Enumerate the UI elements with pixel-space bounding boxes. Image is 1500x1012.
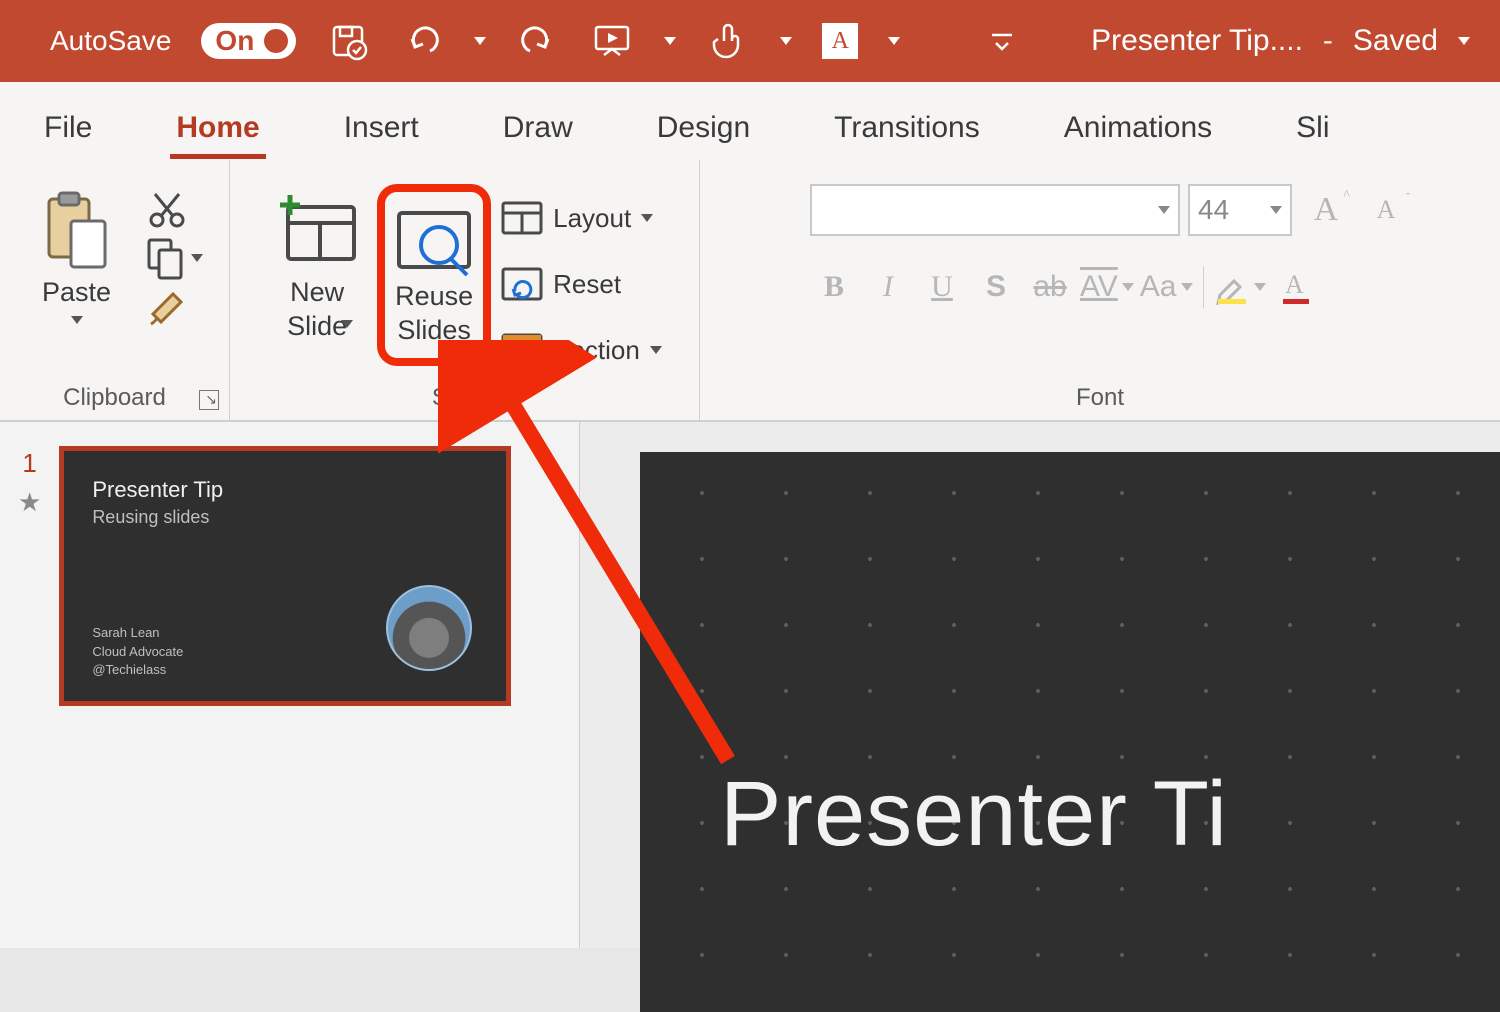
layout-button[interactable]: Layout — [501, 190, 662, 246]
qat-customize-icon[interactable] — [980, 19, 1024, 63]
thumb-avatar-icon — [386, 585, 472, 671]
tab-animations[interactable]: Animations — [1058, 97, 1218, 159]
ribbon-tabs: File Home Insert Draw Design Transitions… — [0, 82, 1500, 160]
underline-button[interactable]: U — [918, 270, 966, 304]
autosave-knob-icon — [264, 29, 288, 53]
reset-button[interactable]: Reset — [501, 256, 662, 312]
paste-icon — [41, 184, 113, 276]
workspace: 1 ★ Presenter Tip Reusing slides Sarah L… — [0, 422, 1500, 948]
section-icon — [501, 333, 543, 367]
tab-insert[interactable]: Insert — [338, 97, 425, 159]
copy-dropdown-icon[interactable] — [191, 254, 203, 262]
change-case-dropdown-icon[interactable] — [1181, 283, 1193, 291]
shadow-button[interactable]: S — [972, 270, 1020, 304]
highlight-dropdown-icon[interactable] — [1254, 283, 1266, 291]
font-group-label: Font — [1076, 378, 1124, 416]
document-title: Presenter Tip.... — [1091, 24, 1303, 58]
char-spacing-dropdown-icon[interactable] — [1122, 283, 1134, 291]
strikethrough-button[interactable]: ab — [1026, 270, 1074, 304]
font-family-dropdown-icon[interactable] — [1158, 206, 1170, 214]
undo-icon[interactable] — [400, 19, 444, 63]
char-spacing-button[interactable]: AV — [1080, 270, 1134, 304]
section-button[interactable]: Section — [501, 322, 662, 378]
svg-text:A: A — [1285, 270, 1304, 299]
thumb-meta: Sarah Lean Cloud Advocate @Techielass — [92, 624, 183, 679]
tab-file[interactable]: File — [38, 97, 98, 159]
slides-group-label: Slides — [432, 378, 497, 416]
main-slide-title: Presenter Ti — [720, 762, 1228, 867]
highlight-icon — [1214, 269, 1250, 305]
tab-design[interactable]: Design — [651, 97, 756, 159]
copy-icon[interactable] — [145, 236, 203, 280]
tab-slideshow[interactable]: Sli — [1290, 97, 1335, 159]
font-color-button[interactable]: A — [1272, 269, 1320, 305]
ribbon: Paste — [0, 160, 1500, 422]
paste-button[interactable]: Paste — [27, 184, 127, 324]
reset-label: Reset — [553, 269, 621, 300]
italic-button[interactable]: I — [864, 270, 912, 304]
touch-mode-icon[interactable] — [706, 19, 750, 63]
autosave-state: On — [215, 25, 254, 57]
autosave-label: AutoSave — [50, 25, 171, 57]
grow-font-button[interactable]: A ^ — [1300, 184, 1352, 236]
thumb-subtitle: Reusing slides — [92, 507, 478, 528]
paste-label: Paste — [42, 276, 111, 310]
shrink-font-button[interactable]: A ˇ — [1360, 184, 1412, 236]
touch-dropdown-icon[interactable] — [780, 37, 792, 45]
group-clipboard: Paste — [0, 160, 230, 420]
new-slide-icon — [274, 184, 360, 276]
cut-icon[interactable] — [145, 188, 203, 232]
title-dropdown-icon[interactable] — [1458, 37, 1470, 45]
tab-home[interactable]: Home — [170, 97, 265, 159]
tab-draw[interactable]: Draw — [497, 97, 579, 159]
tab-transitions[interactable]: Transitions — [828, 97, 986, 159]
reuse-slides-button[interactable]: Reuse Slides — [377, 184, 491, 366]
layout-label: Layout — [553, 203, 631, 234]
new-slide-dropdown-icon[interactable] — [341, 320, 353, 328]
slide-thumbnail-1[interactable]: Presenter Tip Reusing slides Sarah Lean … — [59, 446, 511, 706]
slide-number: 1 — [22, 448, 36, 479]
font-size-value: 44 — [1198, 194, 1229, 226]
guides-icon — [640, 452, 1500, 1012]
section-dropdown-icon[interactable] — [650, 346, 662, 354]
main-slide[interactable]: Presenter Ti — [640, 452, 1500, 1012]
save-state: Saved — [1353, 24, 1438, 58]
font-qat-dropdown-icon[interactable] — [888, 37, 900, 45]
animation-star-icon[interactable]: ★ — [18, 487, 41, 518]
undo-dropdown-icon[interactable] — [474, 37, 486, 45]
clipboard-group-label: Clipboard — [63, 378, 166, 416]
layout-dropdown-icon[interactable] — [641, 214, 653, 222]
reuse-slides-label: Reuse Slides — [395, 280, 473, 348]
format-painter-icon[interactable] — [145, 284, 203, 328]
title-bar: AutoSave On — [0, 0, 1500, 82]
new-slide-button[interactable]: New Slide — [267, 184, 367, 352]
font-color-icon: A — [1281, 269, 1311, 305]
highlight-color-button[interactable] — [1214, 269, 1266, 305]
layout-icon — [501, 201, 543, 235]
new-slide-label: New Slide — [287, 276, 347, 344]
thumb-title: Presenter Tip — [92, 477, 478, 503]
title-separator: - — [1323, 24, 1333, 58]
reuse-slides-icon — [391, 202, 477, 280]
change-case-button[interactable]: Aa — [1140, 270, 1193, 304]
group-font: 44 A ^ A ˇ B I — [700, 160, 1500, 420]
font-size-dropdown-icon[interactable] — [1270, 206, 1282, 214]
font-qat-icon[interactable]: A — [822, 23, 858, 59]
autosave-toggle[interactable]: On — [201, 23, 296, 59]
slideshow-dropdown-icon[interactable] — [664, 37, 676, 45]
font-size-select[interactable]: 44 — [1188, 184, 1292, 236]
thumbnail-panel: 1 ★ Presenter Tip Reusing slides Sarah L… — [0, 422, 580, 948]
font-family-select[interactable] — [810, 184, 1180, 236]
group-slides: New Slide Reuse Slides — [230, 160, 700, 420]
save-icon[interactable] — [326, 19, 370, 63]
slideshow-icon[interactable] — [590, 19, 634, 63]
bold-button[interactable]: B — [810, 270, 858, 304]
clipboard-dialog-launcher[interactable]: ↘ — [199, 390, 219, 410]
slide-editor: Presenter Ti — [580, 422, 1500, 948]
font-divider — [1203, 266, 1204, 308]
paste-dropdown-icon[interactable] — [71, 316, 83, 324]
reset-icon — [501, 267, 543, 301]
redo-icon[interactable] — [516, 19, 560, 63]
section-label: Section — [553, 335, 640, 366]
